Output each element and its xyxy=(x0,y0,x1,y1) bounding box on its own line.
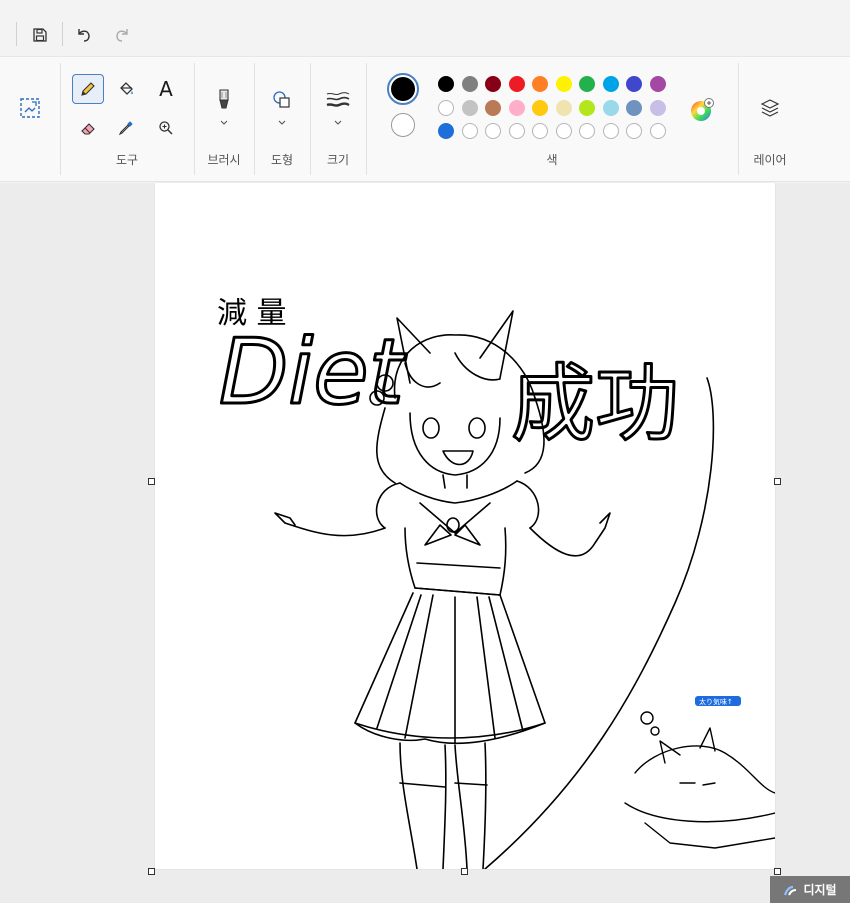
empty-color-slot[interactable] xyxy=(626,123,642,139)
brush-button[interactable] xyxy=(208,85,240,115)
layers-icon xyxy=(760,99,780,117)
color-swatch[interactable] xyxy=(649,99,666,116)
undo-button[interactable] xyxy=(70,21,98,49)
sleeping-character-sketch xyxy=(624,711,776,849)
chevron-down-icon xyxy=(278,120,286,125)
empty-color-slot[interactable] xyxy=(485,123,501,139)
eyedropper-icon xyxy=(118,121,133,136)
color-picker-tool[interactable] xyxy=(110,113,142,143)
color-swatch[interactable] xyxy=(602,76,619,92)
layers-label: 레이어 xyxy=(753,153,787,167)
empty-color-slot[interactable] xyxy=(649,123,666,139)
ribbon: A 도구 브러시 도형 크기 색 레이어 xyxy=(0,56,850,182)
redo-button[interactable] xyxy=(108,21,136,49)
empty-color-slot[interactable] xyxy=(602,123,619,139)
zoom-icon xyxy=(159,121,173,135)
colors-group: 색 xyxy=(366,57,738,181)
drawing-diet-text: Diet xyxy=(219,320,408,425)
color-wheel-icon xyxy=(691,98,714,121)
redo-icon xyxy=(116,29,128,42)
edit-colors-button[interactable] xyxy=(689,98,715,128)
sleeping-tag-text: 太り気味↑ xyxy=(699,697,733,706)
save-icon xyxy=(33,28,47,42)
primary-color-button[interactable] xyxy=(387,73,419,105)
color-swatch[interactable] xyxy=(532,99,548,116)
quick-access-bar xyxy=(0,0,850,56)
sketch-drawing: 減 量 Diet 成功 太り気味↑ xyxy=(217,296,776,870)
color-swatch[interactable] xyxy=(485,76,501,92)
color-swatch[interactable] xyxy=(508,99,525,116)
sleeping-tag: 太り気味↑ xyxy=(695,696,741,706)
eraser-tool[interactable] xyxy=(72,113,104,143)
shapes-group[interactable]: 도형 xyxy=(254,57,310,181)
resize-handle-bottom-left[interactable] xyxy=(148,868,155,875)
divider xyxy=(62,22,63,46)
resize-handle-bottom-right[interactable] xyxy=(774,868,781,875)
resize-handle-bottom[interactable] xyxy=(461,868,468,875)
color-swatch[interactable] xyxy=(555,99,572,116)
color-swatch[interactable] xyxy=(508,76,525,92)
shapes-label: 도형 xyxy=(270,153,294,167)
divider xyxy=(16,22,17,46)
color-swatch[interactable] xyxy=(461,99,478,116)
eraser-icon xyxy=(81,123,95,135)
colors-label: 색 xyxy=(546,153,558,167)
color-swatch[interactable] xyxy=(626,76,642,92)
resize-handle-left[interactable] xyxy=(148,478,155,485)
line-size-icon xyxy=(326,92,350,107)
empty-color-slot[interactable] xyxy=(555,123,572,139)
layers-button[interactable] xyxy=(754,93,786,123)
brushes-group[interactable]: 브러시 xyxy=(194,57,254,181)
color-swatch[interactable] xyxy=(626,99,642,116)
color-swatch[interactable] xyxy=(461,76,478,92)
undo-icon xyxy=(78,29,90,42)
save-button[interactable] xyxy=(26,21,54,49)
primary-color-swatch xyxy=(391,77,415,101)
tools-label: 도구 xyxy=(115,153,139,167)
pencil-icon xyxy=(81,82,95,96)
color-swatch[interactable] xyxy=(438,76,454,92)
drawing-canvas[interactable]: 減 量 Diet 成功 太り気味↑ xyxy=(155,183,776,870)
image-group xyxy=(0,57,60,181)
tools-group: A 도구 xyxy=(60,57,194,181)
color-swatch[interactable] xyxy=(649,76,666,92)
color-swatch[interactable] xyxy=(555,76,572,92)
watermark: 디지털 xyxy=(770,876,850,903)
secondary-color-button[interactable] xyxy=(391,113,415,137)
fill-tool[interactable] xyxy=(110,74,142,104)
layers-group[interactable]: 레이어 xyxy=(738,57,802,181)
text-tool[interactable]: A xyxy=(150,74,182,104)
shapes-button[interactable] xyxy=(266,85,298,115)
chevron-down-icon xyxy=(220,120,228,125)
empty-color-slot[interactable] xyxy=(532,123,548,139)
shapes-icon xyxy=(273,91,290,108)
color-swatch[interactable] xyxy=(485,99,501,116)
color-swatch[interactable] xyxy=(532,76,548,92)
size-label: 크기 xyxy=(326,153,350,167)
paint-bucket-icon xyxy=(120,82,133,95)
color-swatch[interactable] xyxy=(579,99,595,116)
brushes-label: 브러시 xyxy=(207,153,241,167)
size-group[interactable]: 크기 xyxy=(310,57,366,181)
brush-icon xyxy=(219,89,229,109)
resize-handle-right[interactable] xyxy=(774,478,781,485)
magnifier-tool[interactable] xyxy=(150,113,182,143)
pencil-tool[interactable] xyxy=(72,74,104,104)
chevron-down-icon xyxy=(334,120,342,125)
size-button[interactable] xyxy=(322,85,354,115)
custom-color-swatch[interactable] xyxy=(438,123,454,139)
watermark-text: 디지털 xyxy=(803,883,837,897)
text-icon: A xyxy=(159,77,173,101)
color-swatch[interactable] xyxy=(438,99,454,116)
color-swatch[interactable] xyxy=(579,76,595,92)
image-crop-icon xyxy=(20,98,40,118)
logo-icon xyxy=(784,885,797,895)
empty-color-slot[interactable] xyxy=(508,123,525,139)
color-swatch[interactable] xyxy=(602,99,619,116)
empty-color-slot[interactable] xyxy=(579,123,595,139)
empty-color-slot[interactable] xyxy=(461,123,478,139)
crop-image-button[interactable] xyxy=(14,93,46,123)
